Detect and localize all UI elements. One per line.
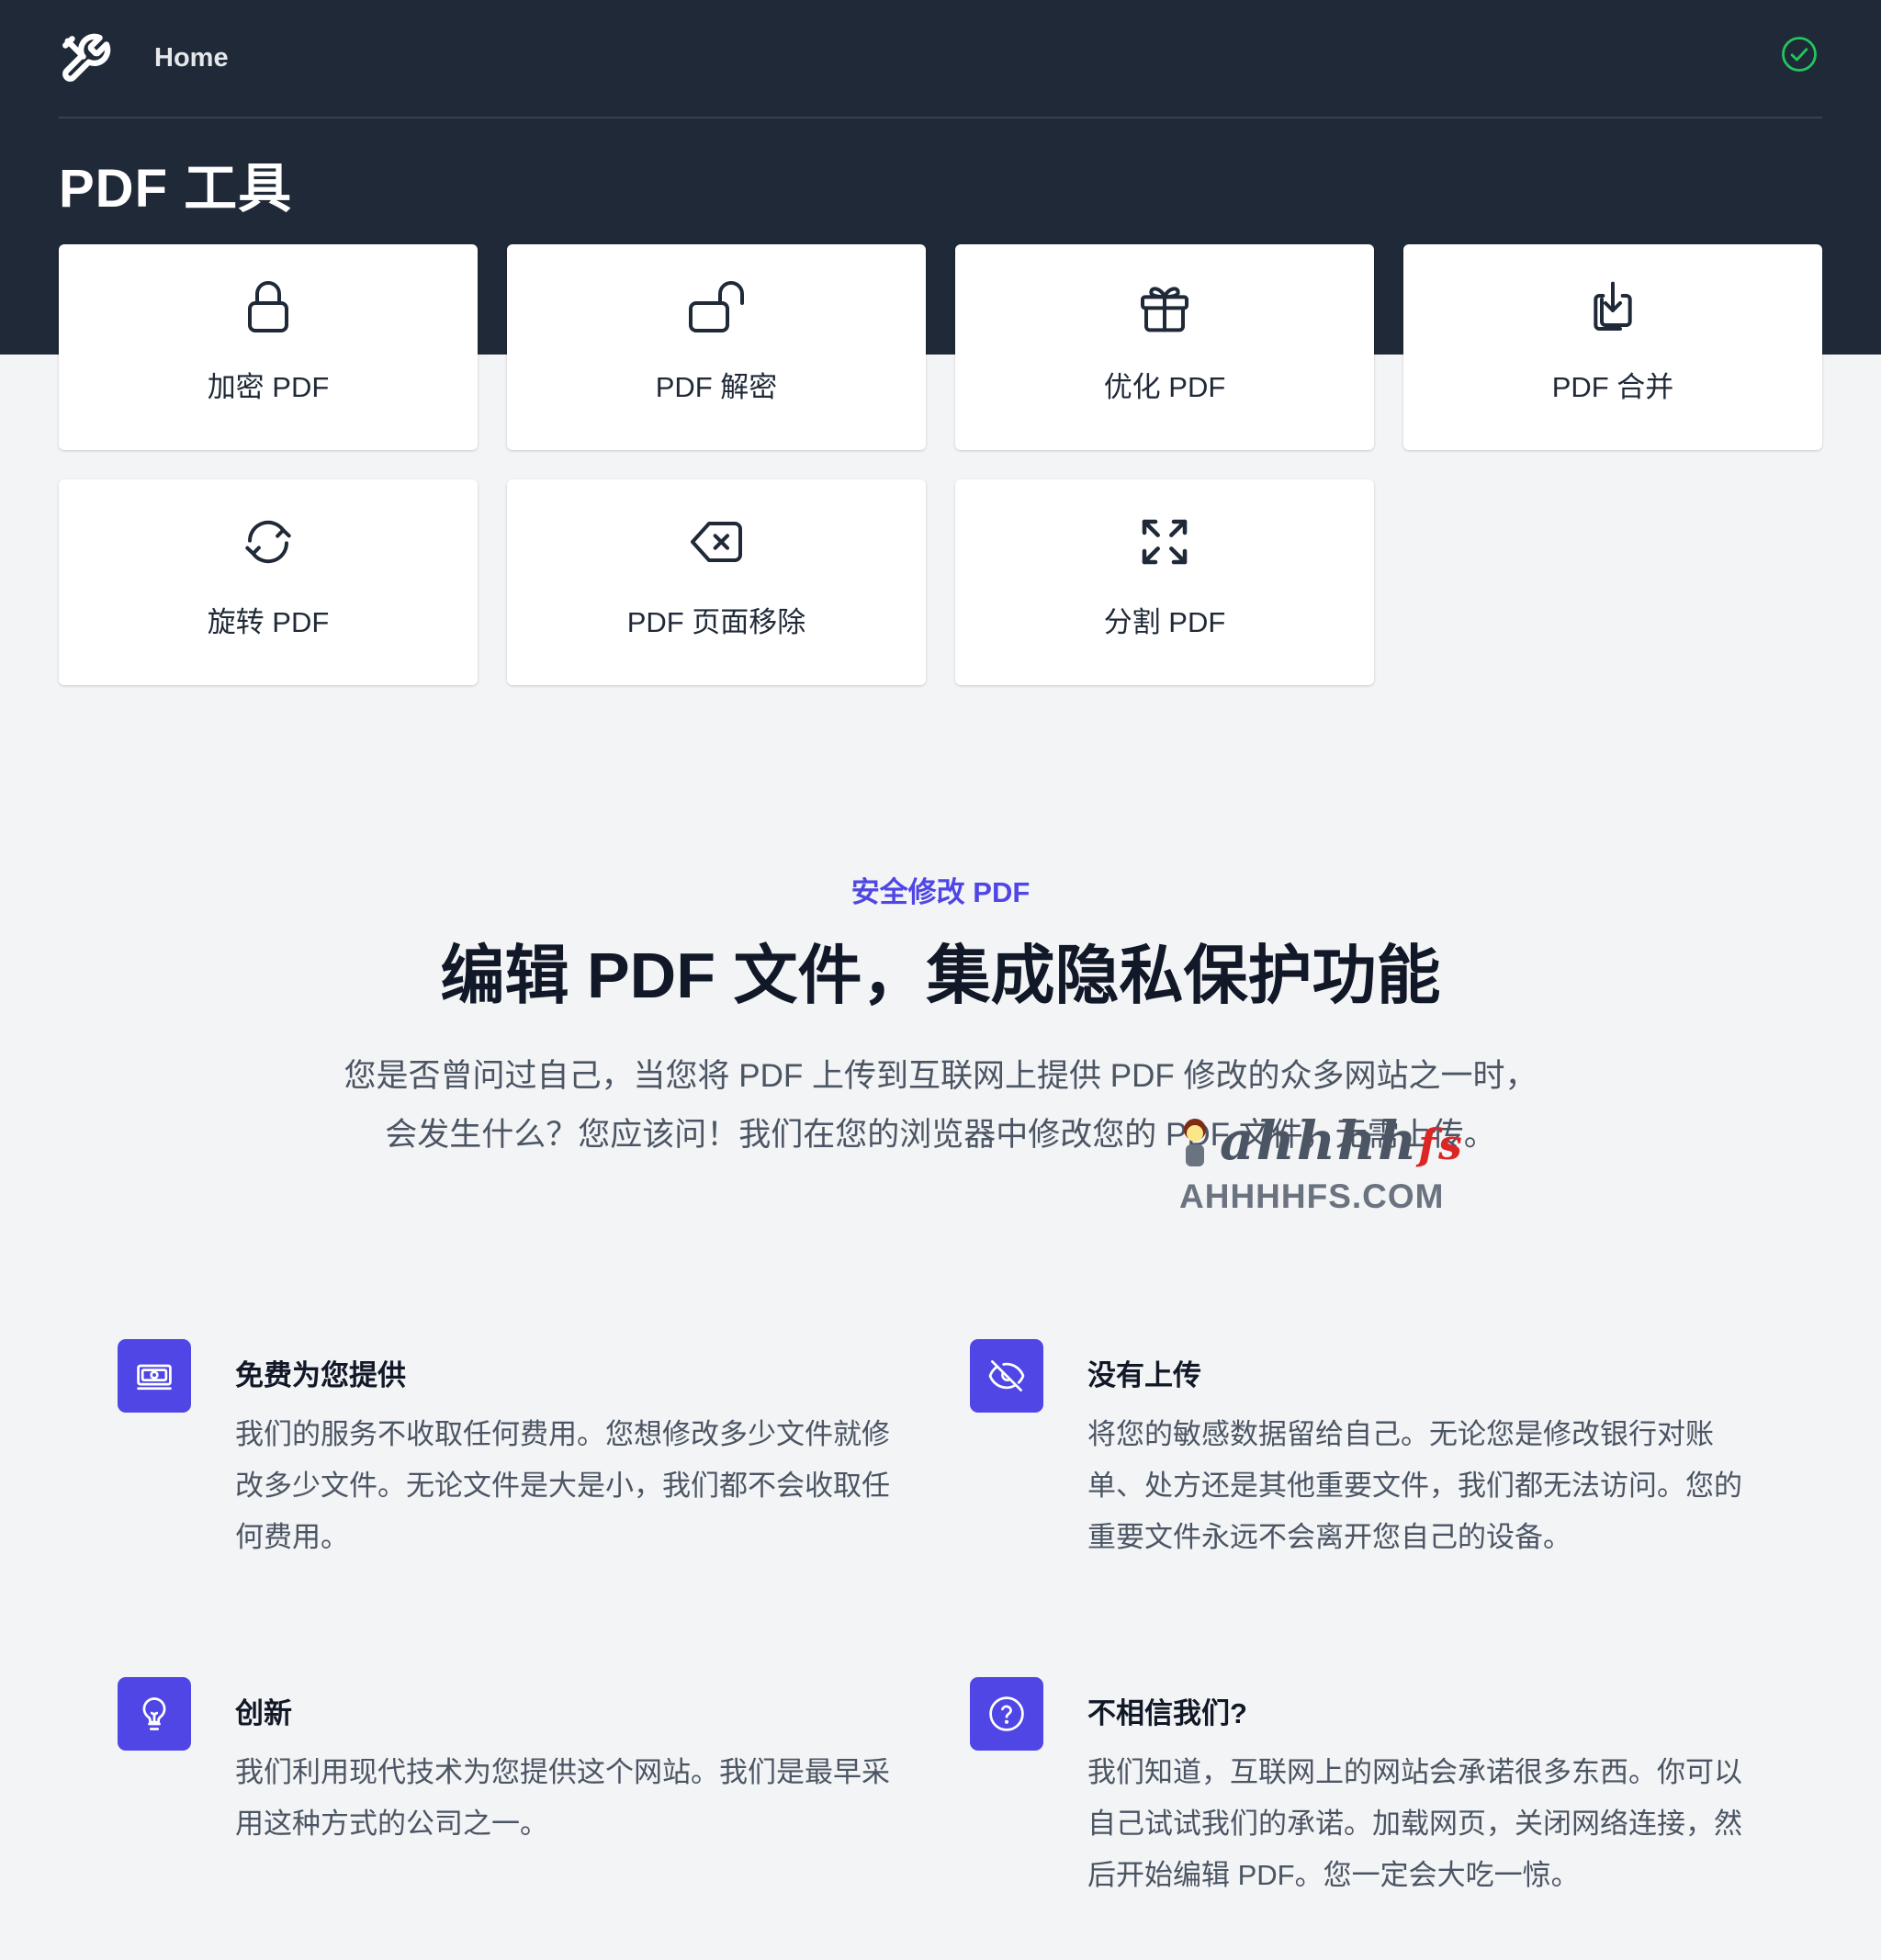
tool-label: 加密 PDF: [207, 371, 330, 403]
page: Home PDF 工具 加密 PDF PDF 解密 优化 PDF PDF 合并 …: [0, 0, 1881, 1960]
tool-label: 分割 PDF: [1103, 606, 1226, 638]
expand-arrows-icon: [1142, 519, 1188, 565]
feature-icon-box: [970, 1339, 1043, 1413]
feature-title: 不相信我们?: [1087, 1697, 1247, 1729]
question-circle-icon: [989, 1696, 1024, 1731]
section-headline: 编辑 PDF 文件，集成隐私保护功能: [440, 940, 1441, 1011]
tool-label: PDF 页面移除: [626, 606, 806, 638]
navbar: Home: [59, 0, 1822, 118]
tool-label: PDF 合并: [1551, 371, 1674, 403]
tool-card-encrypt[interactable]: 加密 PDF: [59, 244, 478, 450]
feature-title: 没有上传: [1087, 1359, 1201, 1391]
feature-icon-box: [118, 1677, 191, 1751]
eye-off-icon: [988, 1360, 1025, 1391]
feature-icon-box: [118, 1339, 191, 1413]
check-circle-icon: [1782, 37, 1817, 72]
section-eyebrow: 安全修改 PDF: [850, 876, 1031, 908]
intro-line-1: 您是否曾问过自己，当您将 PDF 上传到互联网上提供 PDF 修改的众多网站之一…: [344, 1058, 1537, 1094]
feature-icon-box: [970, 1677, 1043, 1751]
feature-title: 创新: [235, 1697, 292, 1729]
rotate-icon: [245, 520, 291, 564]
tool-card-decrypt[interactable]: PDF 解密: [507, 244, 926, 450]
feature-body: 将您的敏感数据留给自己。无论您是修改银行对账单、处方还是其他重要文件，我们都无法…: [1087, 1418, 1742, 1553]
tool-card-remove-pages[interactable]: PDF 页面移除: [507, 479, 926, 685]
tool-card-merge[interactable]: PDF 合并: [1403, 244, 1822, 450]
tool-grid: 加密 PDF PDF 解密 优化 PDF PDF 合并 旋转 PDF PDF 页…: [59, 244, 1822, 685]
lightbulb-icon: [142, 1697, 166, 1730]
tool-card-optimize[interactable]: 优化 PDF: [955, 244, 1374, 450]
tool-label: 旋转 PDF: [207, 606, 330, 638]
nav-home-link[interactable]: Home: [154, 43, 229, 73]
tool-card-split[interactable]: 分割 PDF: [955, 479, 1374, 685]
watermark-script: ahhhhfs: [1220, 1110, 1464, 1172]
gift-icon: [1141, 287, 1188, 332]
tool-label: 优化 PDF: [1103, 371, 1226, 403]
merge-download-icon: [1594, 281, 1632, 331]
tool-card-rotate[interactable]: 旋转 PDF: [59, 479, 478, 685]
tool-label: PDF 解密: [655, 371, 778, 403]
lock-icon: [248, 281, 288, 332]
page-title: PDF 工具: [59, 159, 293, 219]
watermark: ahhhhfs AHHHHFS.COM: [1176, 1110, 1479, 1220]
watermark-domain: AHHHHFS.COM: [1179, 1177, 1445, 1215]
backspace-delete-icon: [691, 522, 742, 562]
unlock-icon: [689, 281, 744, 332]
tools-logo-icon[interactable]: [59, 32, 112, 85]
watermark-script-suffix: fs: [1418, 1120, 1464, 1169]
feature-body: 我们的服务不收取任何费用。您想修改多少文件就修改多少文件。无论文件是大是小，我们…: [235, 1418, 890, 1553]
money-icon: [137, 1364, 172, 1391]
feature-body: 我们利用现代技术为您提供这个网站。我们是最早采用这种方式的公司之一。: [235, 1756, 890, 1840]
watermark-avatar-icon: [1184, 1119, 1206, 1166]
feature-body: 我们知道，互联网上的网站会承诺很多东西。你可以自己试试我们的承诺。加载网页，关闭…: [1087, 1756, 1742, 1891]
feature-title: 免费为您提供: [235, 1359, 406, 1391]
